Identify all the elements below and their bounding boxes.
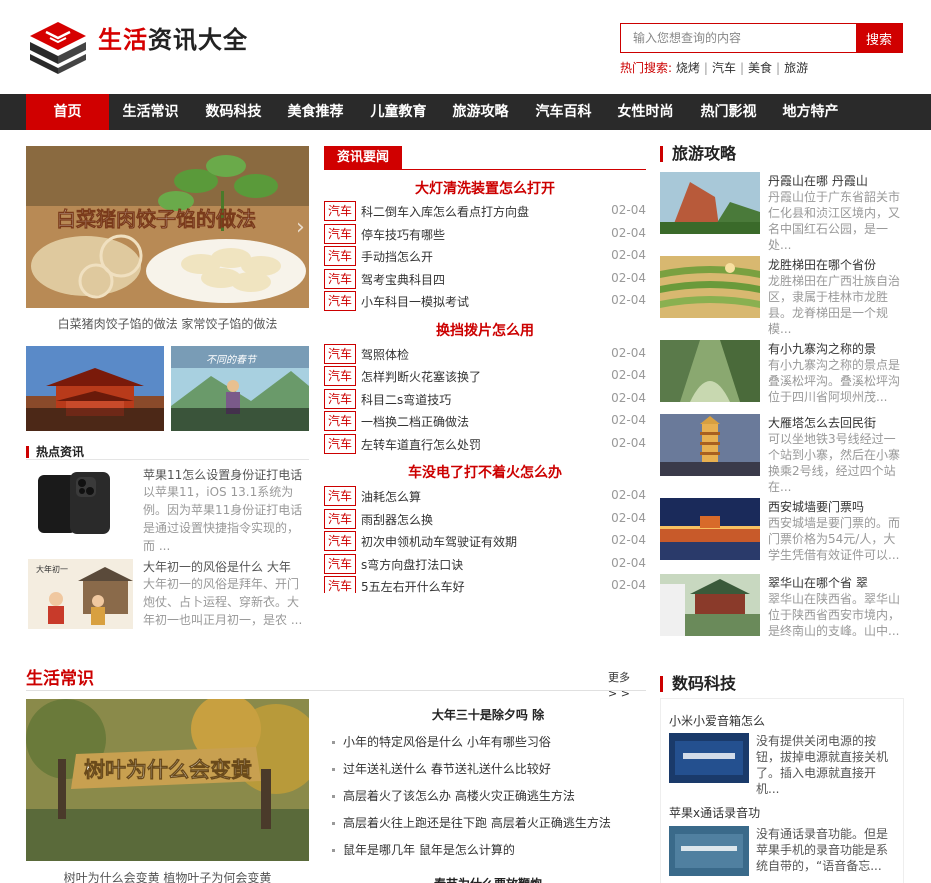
travel-item-6[interactable]: 翠华山在哪个省 翠 翠华山在陕西省。翠华山位于陕西省西安市境内，是终南山的支峰。… [660,574,904,648]
nav-item-digital[interactable]: 数码科技 [194,94,273,130]
news-headline-2[interactable]: 换挡拨片怎么用 [324,320,646,340]
life-more-link[interactable]: 更多> > [608,670,638,702]
hot-keyword-bbq[interactable]: 烧烤 [676,61,700,75]
life-list-item[interactable]: 过年送礼送什么 春节送礼送什么比较好 [332,760,551,777]
svg-text:›: › [296,215,305,240]
hot-keyword-travel[interactable]: 旅游 [784,61,808,75]
travel-item-3[interactable]: 有小九寨沟之称的景 有小九寨沟之称的景点是叠溪松坪沟。叠溪松坪沟位于四川省阿坝州… [660,340,904,414]
news-row[interactable]: 汽车 油耗怎么算 02-04 [324,485,646,507]
life-divider [26,690,646,691]
hot-news-thumb-iphone[interactable] [28,467,133,537]
travel-item-4[interactable]: 大雁塔怎么去回民街 可以坐地铁3号线经过一个站到小寨，然后在小寨换乘2号线，经过… [660,414,904,494]
hot-news-divider [26,459,309,460]
travel-thumb [660,574,760,636]
digital-item-1-thumb[interactable] [669,733,749,783]
travel-title[interactable]: 旅游攻略 [660,146,736,162]
search-box: 搜索 [620,23,903,53]
travel-thumb [660,172,760,234]
new-year-image: 大年初一 [28,559,133,629]
hot-search: 热门搜索: 烧烤 | 汽车 | 美食 | 旅游 [620,61,809,75]
news-row[interactable]: 汽车 雨刮器怎么换 02-04 [324,508,646,530]
svg-text:白菜猪肉饺子馅的做法: 白菜猪肉饺子馅的做法 [56,207,256,231]
hot-keyword-car[interactable]: 汽车 [712,61,736,75]
travel-item-2[interactable]: 龙胜梯田在哪个省份 龙胜梯田在广西壮族自治区，隶属于桂林市龙胜县。龙脊梯田是一个… [660,256,904,336]
news-headline-3[interactable]: 车没电了打不着火怎么办 [324,462,646,482]
spring-festival-image: 不同的春节 [171,346,309,431]
tree-leaves-illustration: 树叶为什么会变黄 [26,699,309,861]
svg-text:树叶为什么会变黄: 树叶为什么会变黄 [84,758,252,782]
news-row[interactable]: 汽车 左转车道直行怎么处罚 02-04 [324,433,646,455]
featured-image[interactable]: 白菜猪肉饺子馅的做法 › [26,146,309,308]
thumb-spring-festival[interactable]: 不同的春节 [171,346,309,431]
site-logo[interactable]: 生活资讯大全 [26,18,256,76]
digital-item-2-thumb[interactable] [669,826,749,876]
digital-item-1-title[interactable]: 小米小爱音箱怎么 [669,712,765,729]
iphone-image [28,467,133,537]
hot-news-item-2[interactable]: 大年初一的风俗是什么 大年 大年初一的风俗是拜年、开门炮仗、占卜运程、穿新衣。大… [143,558,307,647]
news-row[interactable]: 汽车 一档换二档正确做法 02-04 [324,410,646,432]
life-headline[interactable]: 大年三十是除夕吗 除 [332,706,644,723]
dumpling-illustration: 白菜猪肉饺子馅的做法 › [26,146,309,308]
main-nav: 首页 生活常识 数码科技 美食推荐 儿童教育 旅游攻略 汽车百科 女性时尚 热门… [0,94,931,130]
life-list-item[interactable]: 高层着火往上跑还是往下跑 高层着火正确逃生方法 [332,814,611,831]
life-feature-image[interactable]: 树叶为什么会变黄 [26,699,309,861]
news-row[interactable]: 汽车 小车科目一模拟考试 02-04 [324,290,646,312]
nav-item-fashion[interactable]: 女性时尚 [606,94,685,130]
nav-item-travel[interactable]: 旅游攻略 [441,94,520,130]
nav-item-local[interactable]: 地方特产 [771,94,850,130]
hot-news-thumb-newyear[interactable]: 大年初一 [28,559,133,629]
hot-news-title: 热点资讯 [26,446,84,458]
hot-search-label: 热门搜索: [620,61,673,75]
news-tab[interactable]: 资讯要闻 [324,146,403,170]
travel-item-5[interactable]: 西安城墙要门票吗 西安城墙是要门票的。而门票价格为54元/人，大学生凭借有效证件… [660,498,904,572]
featured-caption[interactable]: 白菜猪肉饺子馅的做法 家常饺子馅的做法 [26,315,309,332]
travel-thumb [660,340,760,402]
temple-image [26,346,164,431]
hot-keyword-food[interactable]: 美食 [748,61,772,75]
nav-item-food[interactable]: 美食推荐 [276,94,355,130]
travel-item-1[interactable]: 丹霞山在哪 丹霞山 丹霞山位于广东省韶关市仁化县和浈江区境内，又名中国红石公园，… [660,172,904,252]
news-row[interactable]: 汽车 手动挡怎么开 02-04 [324,245,646,267]
life-headline-2[interactable]: 春节为什么要放鞭炮 [332,875,644,883]
search-input[interactable] [621,24,857,52]
travel-thumb [660,256,760,318]
news-tab-header: 资讯要闻 [324,146,646,170]
news-row[interactable]: 汽车 科二倒车入库怎么看点打方向盘 02-04 [324,200,646,222]
nav-item-kids[interactable]: 儿童教育 [359,94,438,130]
recording-image [669,826,749,876]
site-header: 生活资讯大全 搜索 热门搜索: 烧烤|汽车|美食|旅游 [0,0,931,94]
nav-item-auto[interactable]: 汽车百科 [524,94,603,130]
hot-news-item-1[interactable]: 苹果11怎么设置身份证打电话 以苹果11，iOS 13.1系统为例。因为苹果11… [143,466,307,555]
travel-thumb [660,498,760,560]
news-row[interactable]: 汽车 初次申领机动车驾驶证有效期 02-04 [324,530,646,552]
news-row[interactable]: 汽车 驾考宝典科目四 02-04 [324,268,646,290]
nav-item-home[interactable]: 首页 [26,94,109,130]
life-section-title[interactable]: 生活常识 [26,664,94,689]
news-row[interactable]: 汽车 5五左右开什么车好 02-04 [324,575,646,593]
news-row[interactable]: 汽车 怎样判断火花塞该换了 02-04 [324,365,646,387]
news-row[interactable]: 汽车 驾照体检 02-04 [324,343,646,365]
news-row[interactable]: 汽车 科目二s弯道技巧 02-04 [324,388,646,410]
life-feature-caption[interactable]: 树叶为什么会变黄 植物叶子为何会变黄 [26,869,309,883]
search-button[interactable]: 搜索 [856,24,902,52]
digital-item-1-desc: 没有提供关闭电源的按钮，拔掉电源就直接关机了。插入电源就直接开机... [756,734,889,796]
news-headline-1[interactable]: 大灯清洗装置怎么打开 [324,178,646,198]
digital-item-2-desc: 没有通话录音功能。但是苹果手机的录音功能是系统自带的，“语音备忘... [756,827,889,873]
svg-text:大年初一: 大年初一 [36,564,68,574]
news-row[interactable]: 汽车 s弯方向盘打法口诀 02-04 [324,553,646,575]
thumb-temple[interactable] [26,346,164,431]
nav-item-life[interactable]: 生活常识 [111,94,190,130]
speaker-image [669,733,749,783]
news-row[interactable]: 汽车 停车技巧有哪些 02-04 [324,223,646,245]
life-list-item[interactable]: 小年的特定风俗是什么 小年有哪些习俗 [332,733,551,750]
travel-thumb [660,414,760,476]
logo-cube-icon [30,22,86,74]
digital-title[interactable]: 数码科技 [660,676,736,692]
digital-item-2-title[interactable]: 苹果x通话录音功 [669,804,760,821]
nav-item-movies[interactable]: 热门影视 [689,94,768,130]
logo-text: 生活资讯大全 [98,26,248,54]
svg-text:不同的春节: 不同的春节 [206,354,258,366]
life-list-item[interactable]: 鼠年是哪几年 鼠年是怎么计算的 [332,841,515,858]
life-list-item[interactable]: 高层着火了该怎么办 高楼火灾正确逃生方法 [332,787,575,804]
